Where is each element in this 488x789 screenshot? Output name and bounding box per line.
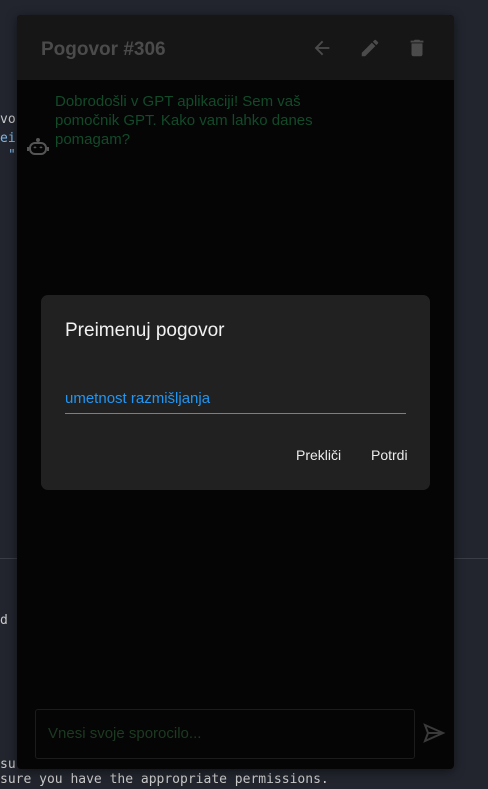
chat-header: Pogovor #306 [17,15,454,80]
message-input[interactable]: Vnesi svoje sporocilo... [35,709,415,759]
message-input-placeholder: Vnesi svoje sporocilo... [48,725,202,742]
terminal-text: su [0,757,16,772]
terminal-text: sure you have the appropriate permission… [0,772,329,787]
chat-title: Pogovor #306 [41,39,166,60]
terminal-text: " [8,148,16,163]
trash-icon[interactable] [406,37,428,59]
dialog-title: Preimenuj pogovor [65,320,225,341]
pencil-icon[interactable] [359,37,381,59]
rename-input[interactable]: umetnost razmišljanja [65,390,406,414]
cancel-button[interactable]: Prekliči [296,447,341,463]
robot-icon [27,138,49,155]
bot-message: Dobrodošli v GPT aplikaciji! Sem vaš pom… [55,93,313,148]
terminal-text: d [0,613,8,628]
terminal-text: vo [0,112,16,127]
arrow-back-icon[interactable] [311,37,333,59]
rename-dialog: Preimenuj pogovor umetnost razmišljanja … [41,295,430,490]
confirm-button[interactable]: Potrdi [371,447,408,463]
send-icon[interactable] [422,721,446,745]
terminal-text: ei [0,131,16,146]
